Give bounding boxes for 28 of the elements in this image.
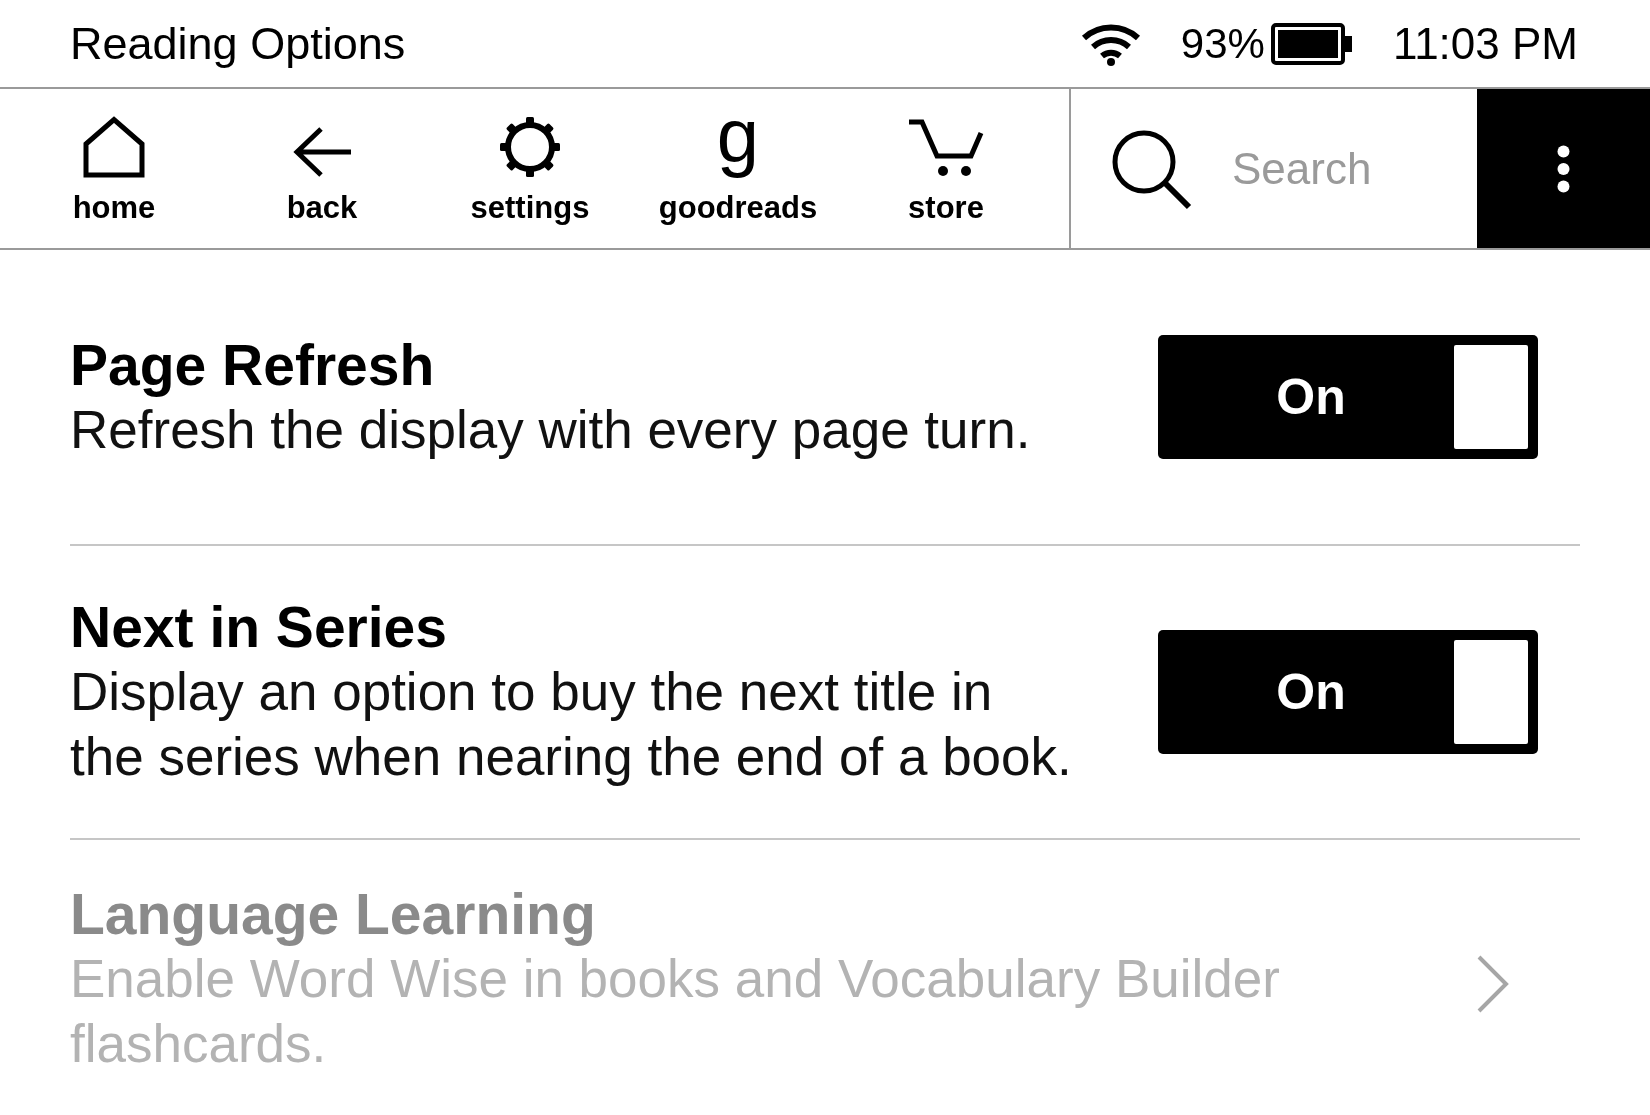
clock-time: 11:03 PM <box>1392 21 1578 66</box>
setting-description: Enable Word Wise in books and Vocabulary Builder flashcards. <box>70 948 1281 1075</box>
setting-description: Display an option to buy the next title in the series when nearing the end of a book. <box>70 661 1073 788</box>
setting-title: Language Learning <box>70 882 597 946</box>
cart-icon <box>907 118 985 178</box>
settings-button[interactable]: settings <box>450 114 610 226</box>
back-button[interactable]: back <box>242 114 402 226</box>
vertical-dots-icon <box>1557 144 1570 193</box>
setting-description: Refresh the display with every page turn. <box>70 398 1031 461</box>
menu-button[interactable] <box>1477 89 1650 248</box>
battery-icon <box>1270 22 1353 65</box>
toggle-thumb[interactable] <box>1454 345 1528 449</box>
back-arrow-icon <box>291 126 353 178</box>
screen-title: Reading Options <box>70 21 406 66</box>
toggle-thumb[interactable] <box>1454 640 1528 744</box>
letter-g-icon: g <box>716 122 760 178</box>
chevron-right-icon[interactable] <box>1476 954 1510 1014</box>
goodreads-button[interactable]: g goodreads <box>658 114 818 226</box>
battery-percent: 93% <box>1180 22 1265 65</box>
gear-icon <box>499 116 561 178</box>
store-button[interactable]: store <box>866 114 1026 226</box>
house-icon <box>82 116 146 178</box>
home-button[interactable]: home <box>34 114 194 226</box>
setting-title: Page Refresh <box>70 332 436 397</box>
search-field[interactable]: Search <box>1232 143 1462 194</box>
setting-title: Next in Series <box>70 595 448 659</box>
toggle-switch[interactable]: On <box>1158 335 1538 459</box>
toggle-switch[interactable]: On <box>1158 630 1538 754</box>
